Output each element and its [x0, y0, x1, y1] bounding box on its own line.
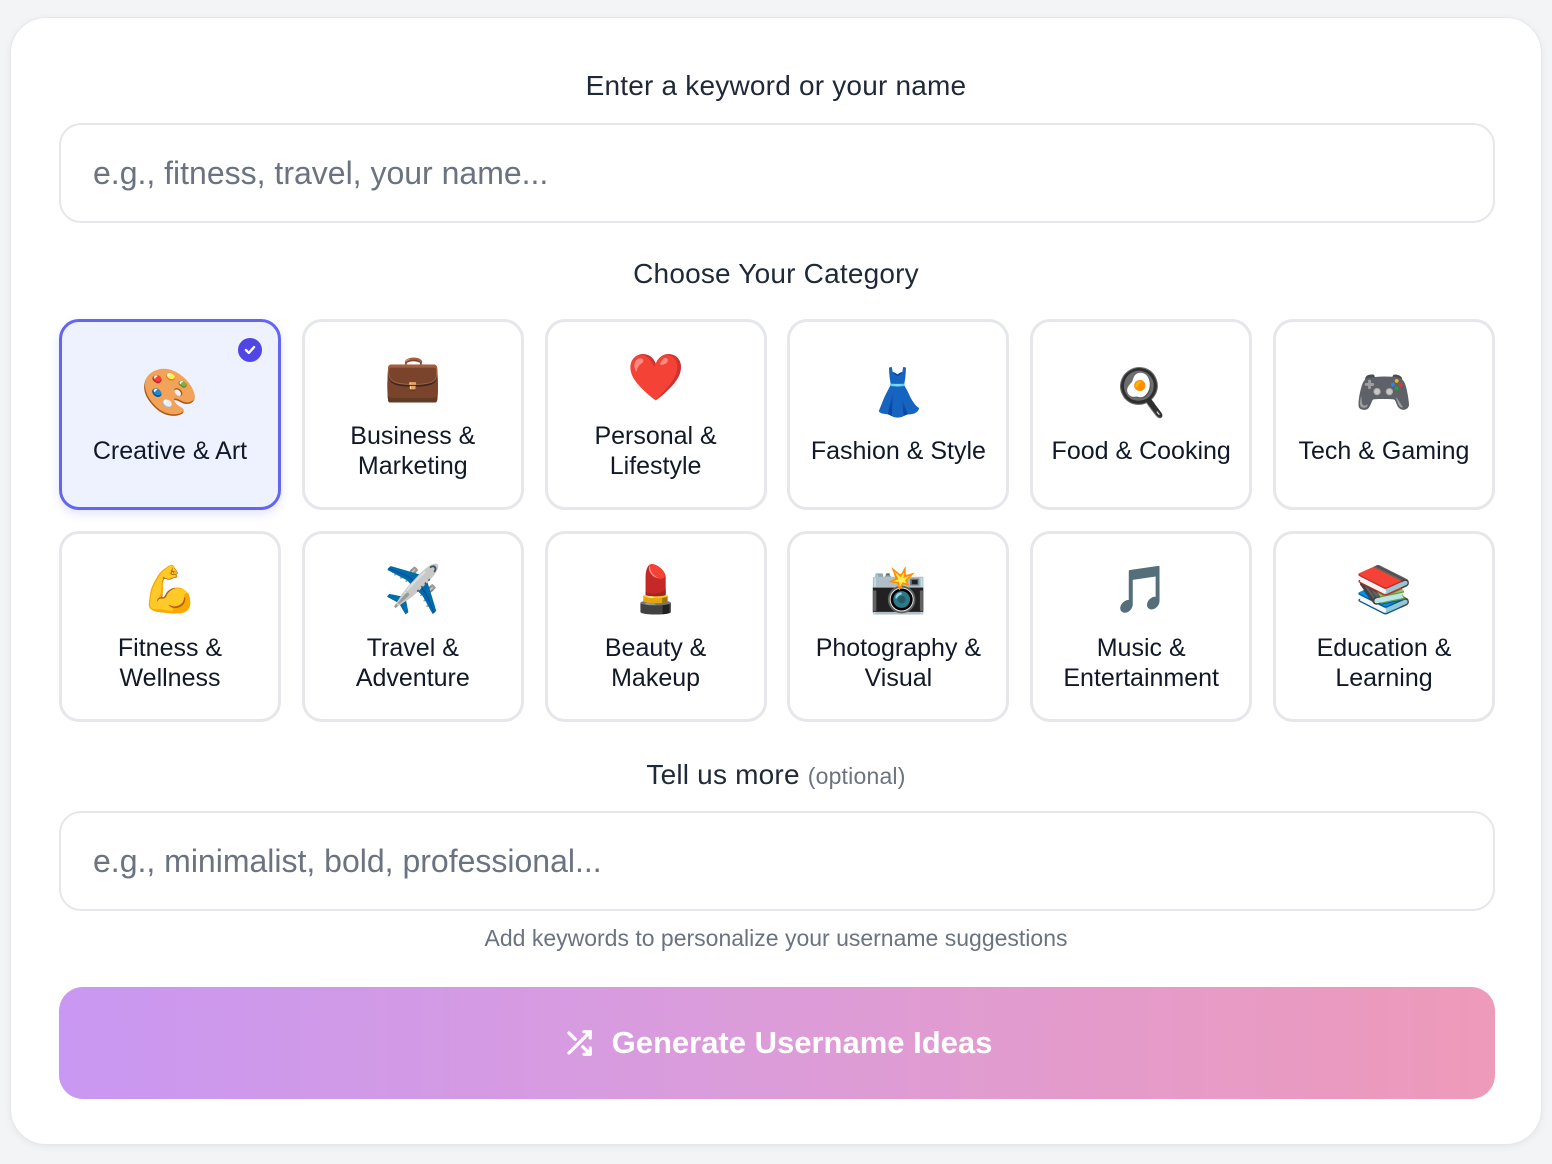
category-tile[interactable]: 💼 Business & Marketing: [301, 319, 524, 510]
category-tile[interactable]: 🎨 Creative & Art: [59, 319, 281, 510]
category-tile-label: Photography & Visual: [815, 633, 982, 692]
generate-button-label: Generate Username Ideas: [611, 1025, 993, 1060]
category-tile[interactable]: 👗 Fashion & Style: [787, 319, 1010, 510]
briefcase-icon: 💼: [384, 350, 442, 403]
category-tile[interactable]: 🍳 Food & Cooking: [1030, 319, 1253, 510]
airplane-icon: ✈️: [384, 562, 442, 615]
generate-button[interactable]: Generate Username Ideas: [59, 987, 1495, 1099]
category-grid: 🎨 Creative & Art 💼 Business & Marketing ❤️ Pe…: [59, 319, 1495, 722]
category-tile[interactable]: 💪 Fitness & Wellness: [59, 531, 281, 722]
category-tile-label: Business & Marketing: [350, 421, 476, 480]
category-label: Choose Your Category: [633, 258, 919, 289]
camera-flash-icon: 📸: [869, 562, 928, 615]
category-tile-label: Music & Entertainment: [1063, 633, 1219, 692]
category-tile[interactable]: 📸 Photography & Visual: [787, 531, 1010, 722]
details-helper-text: Add keywords to personalize your usernam…: [484, 925, 1068, 951]
username-generator-card: Enter a keyword or your name Choose Your…: [10, 17, 1542, 1145]
category-tile[interactable]: 📚 Education & Learning: [1272, 531, 1495, 722]
lipstick-icon: 💄: [626, 562, 685, 615]
category-tile-label: Creative & Art: [92, 436, 248, 465]
category-tile-label: Personal & Lifestyle: [594, 421, 717, 480]
details-input[interactable]: [59, 811, 1495, 911]
category-tile-label: Travel & Adventure: [355, 633, 470, 692]
flexed-biceps-icon: 💪: [141, 562, 199, 615]
dress-icon: 👗: [869, 365, 928, 418]
category-tile-label: Tech & Gaming: [1298, 436, 1470, 465]
tell-us-more-text: Tell us more: [646, 759, 800, 790]
category-tile-label: Food & Cooking: [1051, 436, 1231, 465]
category-tile[interactable]: 🎮 Tech & Gaming: [1272, 319, 1495, 510]
keyword-label: Enter a keyword or your name: [585, 70, 967, 101]
category-tile[interactable]: 💄 Beauty & Makeup: [544, 531, 767, 722]
category-tile[interactable]: ❤️ Personal & Lifestyle: [544, 319, 767, 510]
palette-icon: 🎨: [141, 365, 199, 418]
category-tile-label: Education & Learning: [1316, 633, 1452, 692]
category-tile[interactable]: 🎵 Music & Entertainment: [1030, 531, 1253, 722]
check-circle-icon: [238, 338, 262, 362]
keyword-input[interactable]: [59, 123, 1495, 223]
books-icon: 📚: [1355, 562, 1413, 615]
category-tile[interactable]: ✈️ Travel & Adventure: [301, 531, 524, 722]
category-tile-label: Fitness & Wellness: [117, 633, 223, 692]
category-tile-label: Fashion & Style: [810, 436, 986, 465]
category-tile-label: Beauty & Makeup: [604, 633, 707, 692]
game-controller-icon: 🎮: [1355, 365, 1413, 418]
heart-icon: ❤️: [626, 350, 685, 403]
tell-us-more-label: Tell us more (optional): [11, 758, 1541, 793]
music-note-icon: 🎵: [1112, 562, 1170, 615]
optional-hint: (optional): [807, 763, 906, 789]
shuffle-icon: [562, 1028, 596, 1058]
frying-pan-icon: 🍳: [1112, 365, 1170, 418]
